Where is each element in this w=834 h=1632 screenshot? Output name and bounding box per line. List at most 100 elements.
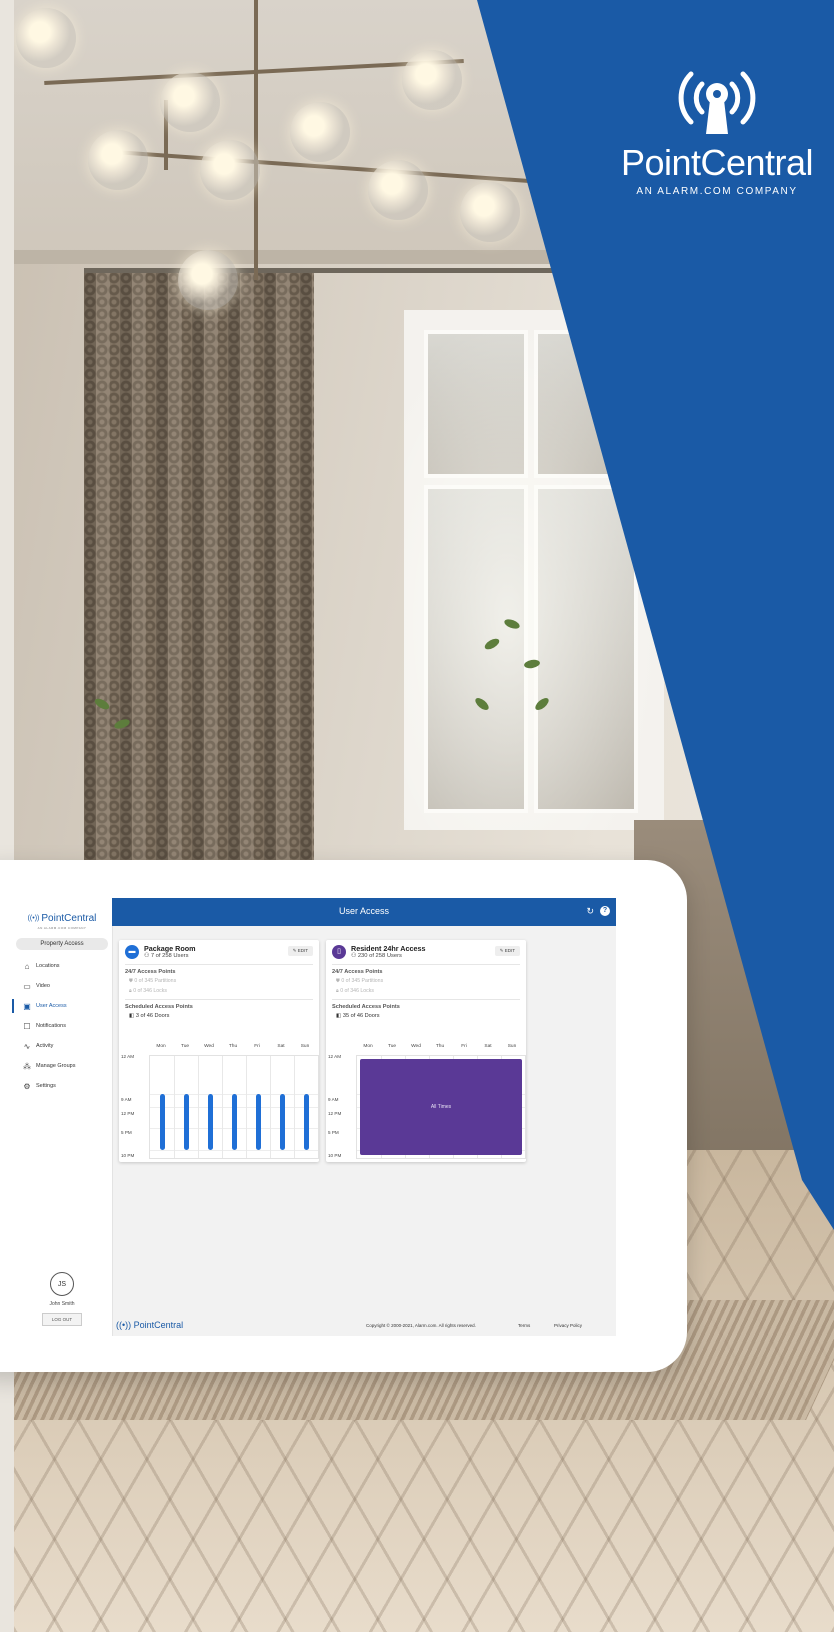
user-name: John Smith: [49, 1301, 75, 1307]
section-title: 24/7 Access Points: [125, 969, 176, 975]
schedule-grid[interactable]: [149, 1055, 319, 1159]
sidebar-item-user-access[interactable]: ▣ User Access: [12, 996, 112, 1016]
door-icon: ▯: [332, 945, 346, 959]
gear-icon: ⚙: [23, 1081, 31, 1091]
keyhole-icon: ((•)): [27, 914, 40, 922]
day-label: Sat: [484, 1044, 492, 1049]
time-label: 5 PM: [121, 1130, 132, 1135]
light-bulb: [160, 72, 220, 132]
day-label: Mon: [363, 1044, 373, 1049]
card-header: ▬ Package Room ⚇ 7 of 258 Users ✎ EDIT: [125, 940, 313, 965]
schedule-bar-wed[interactable]: [207, 1094, 213, 1150]
time-label: 9 AM: [121, 1097, 132, 1102]
schedule-bar-thu[interactable]: [231, 1094, 237, 1150]
day-label: Tue: [180, 1044, 190, 1049]
refresh-icon[interactable]: ↻: [586, 906, 594, 917]
curtain-rod: [84, 268, 604, 273]
door-icon: ◧: [336, 1013, 343, 1019]
sidebar-item-activity[interactable]: ∿ Activity: [12, 1036, 112, 1056]
footer: ((•)) PointCentral Copyright © 2000-2021…: [112, 1314, 616, 1336]
help-icon[interactable]: ?: [600, 906, 610, 916]
partitions-count: ⛊ 0 of 345 Partitions: [129, 978, 177, 984]
logout-button[interactable]: LOG OUT: [41, 1313, 83, 1326]
day-label: Fri: [461, 1044, 467, 1049]
pulse-icon: ∿: [23, 1041, 31, 1051]
schedule-bar-tue[interactable]: [183, 1094, 189, 1150]
privacy-policy-link[interactable]: Privacy Policy: [554, 1323, 582, 1328]
sidebar-logo-tagline: AN ALARM.COM COMPANY: [37, 926, 87, 930]
edit-button[interactable]: ✎ EDIT: [287, 946, 313, 956]
terms-link[interactable]: Terms: [518, 1323, 530, 1328]
time-label: 12 PM: [121, 1111, 135, 1116]
schedule-bar-fri[interactable]: [255, 1094, 261, 1150]
keyhole-icon: ((•)): [116, 1320, 134, 1330]
card-users: ⚇ 7 of 258 Users: [144, 953, 189, 959]
day-label: Wed: [411, 1044, 421, 1049]
groups-icon: ⁂: [23, 1061, 31, 1071]
day-label: Sun: [507, 1044, 517, 1049]
time-label: 12 AM: [328, 1054, 342, 1059]
schedule-bar-sun[interactable]: [303, 1094, 309, 1150]
light-bulb: [178, 250, 238, 310]
section-title: Scheduled Access Points: [125, 1004, 193, 1010]
sidebar-item-locations[interactable]: ⌂ Locations: [12, 956, 112, 976]
copyright-text: Copyright © 2000-2021, Alarm.com. All ri…: [366, 1323, 476, 1328]
grid-line: [198, 1056, 199, 1158]
sidebar-item-video[interactable]: ▭ Video: [12, 976, 112, 996]
section-title: Scheduled Access Points: [332, 1004, 400, 1010]
grid-line: [294, 1056, 295, 1158]
sidebar-item-settings[interactable]: ⚙ Settings: [12, 1076, 112, 1096]
section-title: 24/7 Access Points: [332, 969, 383, 975]
card-title: Resident 24hr Access: [351, 944, 426, 953]
package-icon: ▬: [125, 945, 139, 959]
grid-line: [174, 1056, 175, 1158]
light-bulb: [88, 130, 148, 190]
card-users: ⚇ 230 of 258 Users: [351, 953, 402, 959]
access-group-card: ▯ Resident 24hr Access ⚇ 230 of 258 User…: [326, 940, 526, 1162]
light-bulb: [290, 102, 350, 162]
light-bulb: [402, 50, 462, 110]
access-group-card: ▬ Package Room ⚇ 7 of 258 Users ✎ EDIT 2…: [119, 940, 319, 1162]
light-bulb: [368, 160, 428, 220]
locks-count: 🔒︎ 0 of 346 Locks: [336, 988, 374, 994]
schedule-grid[interactable]: All Times: [356, 1055, 526, 1159]
time-label: 9 AM: [328, 1097, 339, 1102]
avatar[interactable]: JS: [50, 1272, 74, 1296]
brand-tagline: AN ALARM.COM COMPANY: [636, 186, 798, 197]
time-label: 12 PM: [328, 1111, 342, 1116]
brand-name: PointCentral: [620, 142, 814, 183]
broadcast-keyhole-icon: [678, 71, 756, 134]
sidebar: ((•)) PointCentral AN ALARM.COM COMPANY …: [12, 898, 113, 1336]
schedule-bar-sat[interactable]: [279, 1094, 285, 1150]
locks-count: 🔒︎ 0 of 346 Locks: [129, 988, 167, 994]
video-camera-icon: ▭: [23, 981, 31, 991]
time-label: 10 PM: [121, 1153, 135, 1158]
property-access-button[interactable]: Property Access: [16, 938, 108, 950]
sidebar-item-notifications[interactable]: ☐ Notifications: [12, 1016, 112, 1036]
doors-count: ◧ 35 of 46 Doors: [336, 1013, 380, 1019]
day-label: Tue: [387, 1044, 397, 1049]
day-label: Thu: [228, 1044, 238, 1049]
brand-logo: PointCentral AN ALARM.COM COMPANY: [600, 60, 834, 197]
page-title: User Access: [338, 906, 389, 916]
time-label: 12 AM: [121, 1054, 135, 1059]
header-bar: User Access ↻ ?: [112, 898, 616, 926]
grid-line: [150, 1149, 318, 1151]
day-label: Sat: [277, 1044, 285, 1049]
edit-button[interactable]: ✎ EDIT: [494, 946, 520, 956]
grid-line: [246, 1056, 247, 1158]
schedule-days: Mon Tue Wed Thu Fri Sat Sun: [356, 1044, 524, 1049]
all-times-block[interactable]: All Times: [360, 1059, 522, 1155]
day-label: Thu: [435, 1044, 445, 1049]
badge-icon: ▣: [23, 1001, 31, 1011]
time-label: 5 PM: [328, 1130, 339, 1135]
day-label: Sun: [300, 1044, 310, 1049]
door-icon: ◧: [129, 1013, 136, 1019]
card-header: ▯ Resident 24hr Access ⚇ 230 of 258 User…: [332, 940, 520, 965]
light-bulb: [460, 182, 520, 242]
notification-icon: ☐: [23, 1021, 31, 1031]
sidebar-item-manage-groups[interactable]: ⁂ Manage Groups: [12, 1056, 112, 1076]
schedule-bar-mon[interactable]: [159, 1094, 165, 1150]
grid-line: [270, 1056, 271, 1158]
home-icon: ⌂: [24, 961, 30, 971]
